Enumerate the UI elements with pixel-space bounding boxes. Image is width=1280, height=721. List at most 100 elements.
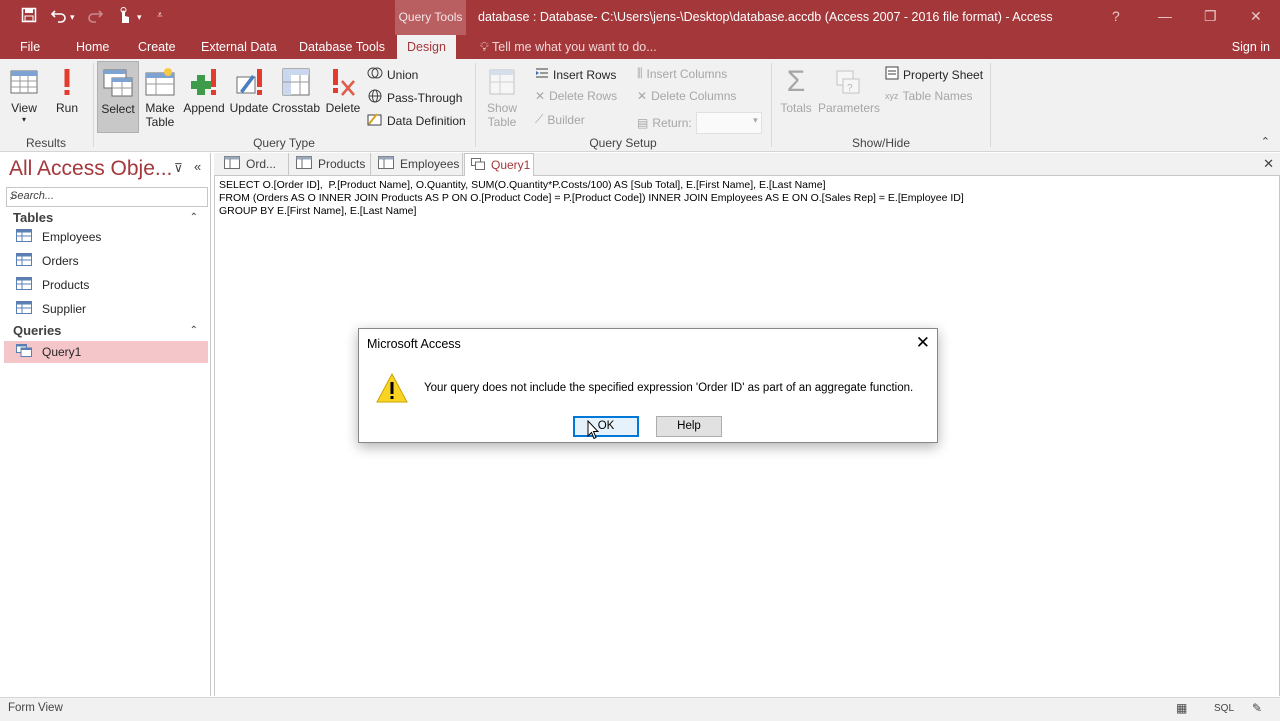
run-button[interactable]: Run (52, 63, 82, 115)
doc-tab-products[interactable]: Products (290, 153, 371, 175)
crosstab-button[interactable]: Crosstab (272, 63, 320, 115)
delete-rows-icon: ✕ (535, 89, 546, 103)
data-definition-icon (367, 112, 383, 129)
results-group-label: Results (25, 136, 66, 150)
touch-mode-icon[interactable] (116, 7, 132, 27)
shutter-bar-close-icon[interactable]: « (194, 159, 201, 174)
view-label: View (11, 101, 37, 115)
delete-label: Delete (325, 101, 361, 115)
collapse-tables-icon[interactable]: ⌃ (190, 212, 198, 223)
group-separator (771, 63, 772, 147)
collapse-queries-icon[interactable]: ⌃ (190, 325, 198, 336)
tab-design[interactable]: Design (397, 35, 456, 59)
sign-in-link[interactable]: Sign in (1232, 40, 1270, 54)
nav-item-label: Orders (42, 254, 79, 268)
nav-item-supplier[interactable]: Supplier (4, 298, 208, 320)
table-icon (16, 253, 34, 269)
nav-item-products[interactable]: Products (4, 274, 208, 296)
totals-button: Σ Totals (778, 63, 814, 115)
minimize-icon[interactable]: — (1158, 8, 1172, 24)
queries-group-header[interactable]: Queries (13, 323, 61, 338)
delete-query-button[interactable]: Delete (324, 63, 362, 115)
datasheet-view-icon[interactable]: ▦ (1176, 701, 1187, 715)
show-table-button: Show Table (482, 63, 522, 129)
doc-tab-label: Ord... (246, 157, 277, 171)
data-definition-button[interactable]: Data Definition (367, 112, 466, 129)
sql-line-2: FROM (Orders AS O INNER JOIN Products AS… (219, 192, 964, 204)
tab-home[interactable]: Home (76, 40, 109, 54)
undo-dropdown-icon[interactable]: ▾ (70, 12, 75, 23)
search-icon[interactable]: ⌕ (10, 189, 204, 204)
tell-me-box[interactable]: 💡︎ Tell me what you want to do... (480, 40, 657, 55)
title-bar: ▾ ▾ ⩡ Query Tools database : Database- C… (0, 0, 1280, 35)
sigma-icon: Σ (786, 65, 806, 98)
tab-external-data[interactable]: External Data (201, 40, 277, 54)
nav-menu-dropdown-icon[interactable]: ⊽ (174, 161, 183, 175)
query-tools-label: Query Tools (398, 10, 463, 24)
doc-tab-query1[interactable]: Query1 (464, 153, 534, 177)
tab-database-tools[interactable]: Database Tools (299, 40, 385, 54)
make-table-label-2: Table (145, 115, 175, 129)
crosstab-icon (272, 63, 320, 101)
return-icon: ▤ (637, 116, 649, 130)
doc-tab-label: Products (318, 157, 366, 171)
search-input[interactable]: Search... ⌕ (6, 187, 208, 207)
dialog-close-icon[interactable]: ✕ (916, 333, 930, 353)
union-label: Union (387, 67, 419, 82)
help-icon[interactable]: ? (1112, 8, 1120, 24)
table-icon (16, 301, 34, 317)
ok-button[interactable]: OK (573, 416, 639, 437)
delete-columns-icon: ✕ (637, 89, 648, 103)
collapse-ribbon-icon[interactable]: ⌃ (1261, 135, 1270, 148)
return-dropdown-arrow-icon: ▾ (753, 115, 758, 125)
warning-icon (375, 372, 409, 407)
nav-item-orders[interactable]: Orders (4, 250, 208, 272)
tab-file[interactable]: File (20, 40, 40, 54)
doc-tab-orders[interactable]: Ord... (218, 153, 289, 175)
pass-through-button[interactable]: Pass-Through (367, 89, 462, 106)
redo-icon (86, 7, 104, 26)
totals-label: Totals (780, 101, 812, 115)
doc-tab-label: Employees (400, 157, 460, 171)
tables-group-header[interactable]: Tables (13, 210, 53, 225)
dialog-message: Your query does not include the specifie… (424, 382, 914, 394)
union-button[interactable]: Union (367, 66, 418, 83)
help-button[interactable]: Help (656, 416, 722, 437)
update-button[interactable]: Update (228, 63, 270, 115)
nav-item-query1[interactable]: Query1 (4, 341, 208, 363)
return-dropdown: ▾ (695, 112, 762, 134)
sql-view-button[interactable]: SQL (1214, 703, 1234, 714)
query-tools-context-tab: Query Tools (395, 0, 466, 35)
close-window-icon[interactable]: ✕ (1250, 8, 1262, 25)
save-icon[interactable] (21, 7, 37, 26)
nav-pane-title[interactable]: All Access Obje... (9, 157, 172, 181)
append-icon (182, 63, 226, 101)
undo-icon[interactable] (50, 7, 68, 26)
make-table-label-1: Make (145, 101, 175, 115)
delete-columns-button: ✕ Delete Columns (637, 89, 736, 103)
make-table-button[interactable]: Make Table (142, 63, 178, 129)
view-dropdown-icon: ▾ (21, 115, 26, 124)
tab-create[interactable]: Create (138, 40, 176, 54)
restore-icon[interactable]: ❐ (1204, 8, 1217, 25)
make-table-icon (142, 63, 178, 101)
customize-qat-icon[interactable]: ⩡ (157, 10, 163, 21)
table-names-icon: xyz (885, 91, 899, 101)
status-text: Form View (8, 702, 63, 714)
sql-line-1: SELECT O.[Order ID], P.[Product Name], O… (219, 179, 826, 191)
insert-rows-button[interactable]: Insert Rows (535, 66, 616, 83)
nav-item-employees[interactable]: Employees (4, 226, 208, 248)
touch-dropdown-icon[interactable]: ▾ (137, 12, 142, 23)
query-setup-group-label: Query Setup (589, 136, 657, 150)
view-button[interactable]: View ▾ (6, 63, 42, 124)
property-sheet-button[interactable]: Property Sheet (885, 66, 983, 83)
insert-columns-button: ⫼ Insert Columns (637, 66, 727, 81)
close-document-icon[interactable]: ✕ (1263, 156, 1274, 172)
table-names-label: Table Names (902, 89, 973, 103)
append-button[interactable]: Append (182, 63, 226, 115)
doc-tab-employees[interactable]: Employees (372, 153, 463, 175)
update-icon (228, 63, 270, 101)
append-label: Append (183, 101, 225, 115)
design-view-icon[interactable]: ✎ (1252, 701, 1262, 715)
select-query-button[interactable]: Select (97, 61, 139, 133)
